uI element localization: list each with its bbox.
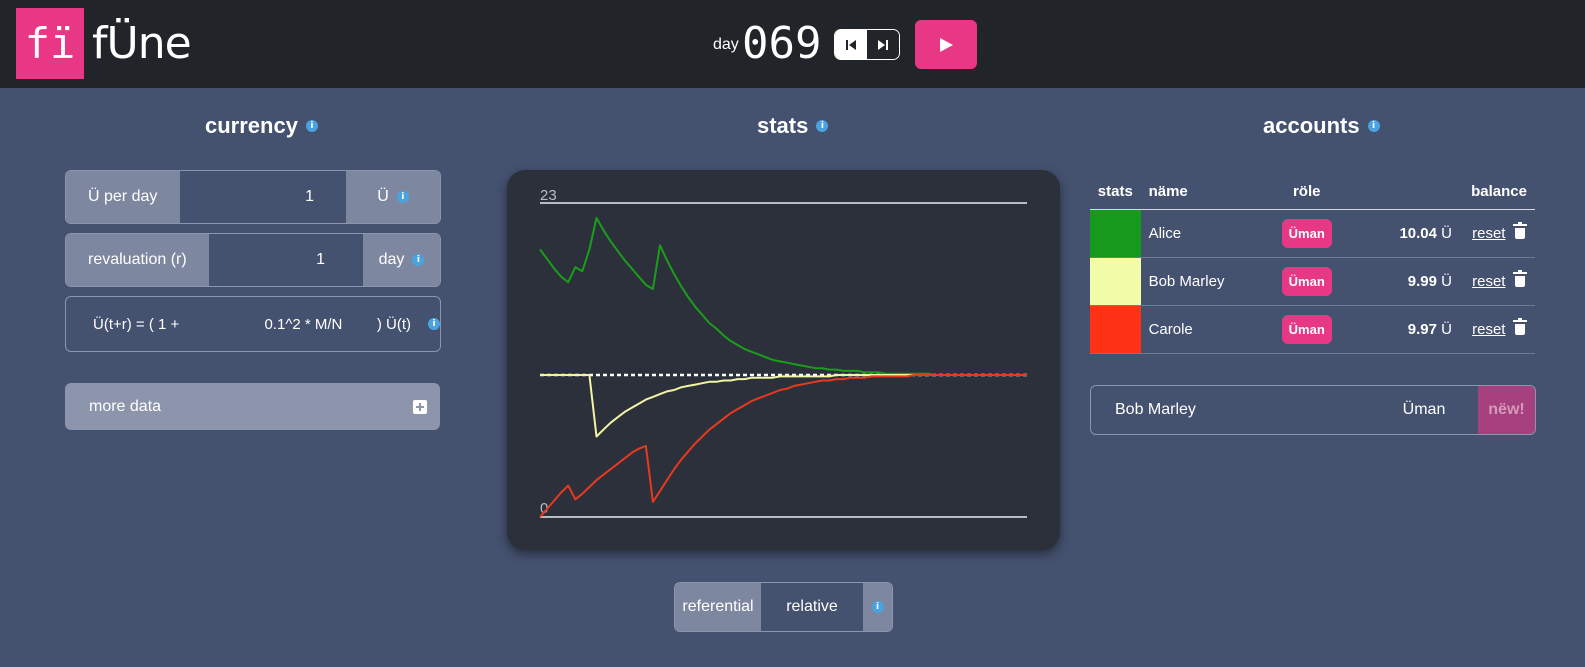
new-account-role-select[interactable]: Üman xyxy=(1370,386,1478,434)
formula-left: Ü(t+r) = ( 1 + xyxy=(93,315,180,333)
balance-value: 9.97 xyxy=(1407,321,1437,338)
step-forward-button[interactable] xyxy=(867,30,899,59)
info-icon[interactable]: i xyxy=(305,120,318,132)
new-account-form: Bob Marley Üman nëw! xyxy=(1090,385,1536,435)
formula-row: Ü(t+r) = ( 1 + 0.1^2 * M/N ) Ü(t) i xyxy=(65,296,441,352)
revaluation-unit-text: day xyxy=(378,251,405,268)
account-color-swatch[interactable] xyxy=(1090,305,1141,354)
info-icon[interactable]: i xyxy=(871,601,884,613)
y-max-label: 23 xyxy=(540,187,557,204)
step-back-button[interactable] xyxy=(835,30,867,59)
relative-option[interactable]: relative xyxy=(761,583,863,631)
logo: fï xyxy=(16,8,84,79)
stats-title: stats i xyxy=(757,113,829,139)
series-group xyxy=(539,217,1027,518)
revaluation-row: revaluation (r) 1 day i xyxy=(65,233,441,287)
plus-square-icon xyxy=(413,399,427,414)
skip-forward-icon xyxy=(878,39,888,50)
accounts-title: accounts i xyxy=(1263,113,1380,139)
account-balance: 10.04 Ü xyxy=(1353,209,1453,258)
formula-right: ) Ü(t) xyxy=(376,315,411,333)
info-icon[interactable]: i xyxy=(1367,120,1380,132)
series-line-2 xyxy=(539,374,1027,518)
revaluation-unit: day i xyxy=(363,234,440,286)
accounts-table: stats näme röle balance Alice Üman 10.04… xyxy=(1090,173,1535,354)
account-name: Alice xyxy=(1140,209,1260,258)
play-button[interactable] xyxy=(915,20,977,69)
more-data-button[interactable]: more data xyxy=(65,383,440,430)
revaluation-label: revaluation (r) xyxy=(66,234,209,286)
col-role: röle xyxy=(1259,173,1354,210)
stats-title-text: stats xyxy=(757,113,809,138)
new-account-button[interactable]: nëw! xyxy=(1478,386,1535,434)
per-day-unit: Ü i xyxy=(346,171,440,223)
trash-icon[interactable] xyxy=(1513,222,1528,239)
reset-link[interactable]: reset xyxy=(1472,273,1505,290)
col-stats: stats xyxy=(1090,173,1141,210)
role-badge[interactable]: Üman xyxy=(1281,315,1332,344)
play-icon xyxy=(940,37,953,52)
accounts-header-row: stats näme röle balance xyxy=(1090,173,1535,210)
balance-unit: Ü xyxy=(1441,321,1453,338)
new-account-name-input[interactable]: Bob Marley xyxy=(1091,386,1370,434)
account-balance: 9.97 Ü xyxy=(1353,305,1453,354)
referential-option[interactable]: referential xyxy=(675,583,761,631)
table-row: Alice Üman 10.04 Ü reset xyxy=(1090,209,1535,258)
balance-unit: Ü xyxy=(1441,273,1453,290)
balance-value: 10.04 xyxy=(1399,225,1437,242)
currency-title-text: currency xyxy=(205,113,298,138)
series-line-0 xyxy=(539,217,1027,376)
revaluation-input[interactable]: 1 xyxy=(209,234,363,286)
currency-title: currency i xyxy=(205,113,318,139)
series-line-1 xyxy=(540,374,1027,438)
trash-icon[interactable] xyxy=(1513,270,1528,287)
stats-chart-svg: 23 0 xyxy=(539,187,1027,518)
per-day-label: Ü per day xyxy=(66,171,180,223)
col-balance: balance xyxy=(1353,173,1535,210)
trash-icon[interactable] xyxy=(1513,318,1528,335)
logo-glyph: fï xyxy=(24,19,76,68)
app-name: fÜne xyxy=(92,18,192,69)
info-icon[interactable]: i xyxy=(816,120,829,132)
stats-chart: 23 0 xyxy=(507,170,1060,550)
balance-unit: Ü xyxy=(1441,225,1453,242)
table-row: Carole Üman 9.97 Ü reset xyxy=(1090,305,1535,354)
role-badge[interactable]: Üman xyxy=(1281,219,1332,248)
balance-value: 9.99 xyxy=(1407,273,1437,290)
col-name: näme xyxy=(1140,173,1260,210)
skip-back-icon xyxy=(846,39,856,50)
day-label: day xyxy=(713,36,739,53)
step-controls xyxy=(834,29,900,60)
formula-input[interactable]: 0.1^2 * M/N xyxy=(224,316,377,333)
referential-toggle: referential relative i xyxy=(674,582,893,632)
account-balance: 9.99 Ü xyxy=(1353,257,1453,306)
account-name: Bob Marley xyxy=(1140,257,1260,306)
reset-link[interactable]: reset xyxy=(1472,321,1505,338)
reset-link[interactable]: reset xyxy=(1472,225,1505,242)
toggle-info: i xyxy=(863,583,892,631)
account-color-swatch[interactable] xyxy=(1090,209,1141,258)
per-day-row: Ü per day 1 Ü i xyxy=(65,170,441,224)
info-icon[interactable]: i xyxy=(428,318,440,330)
role-badge[interactable]: Üman xyxy=(1281,267,1332,296)
more-data-label: more data xyxy=(89,397,162,415)
top-bar: fï fÜne day 069 xyxy=(0,0,1585,88)
per-day-input[interactable]: 1 xyxy=(180,171,346,223)
info-icon[interactable]: i xyxy=(412,254,425,266)
account-name: Carole xyxy=(1140,305,1260,354)
per-day-unit-text: Ü xyxy=(377,188,389,205)
account-color-swatch[interactable] xyxy=(1090,257,1141,306)
day-counter: 069 xyxy=(742,18,822,69)
accounts-title-text: accounts xyxy=(1263,113,1360,138)
info-icon[interactable]: i xyxy=(396,191,409,203)
table-row: Bob Marley Üman 9.99 Ü reset xyxy=(1090,257,1535,306)
